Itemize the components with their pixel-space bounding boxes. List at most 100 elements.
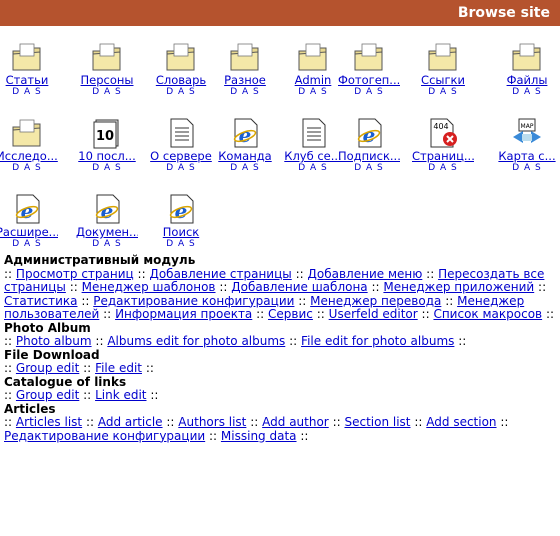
error-404-icon[interactable]: 404 bbox=[426, 116, 460, 150]
site-tile[interactable]: 404 Страниц... D A S bbox=[412, 116, 474, 174]
tile-label[interactable]: Фотогеп... bbox=[338, 74, 400, 87]
section-link[interactable]: Photo album bbox=[16, 334, 92, 348]
section-link[interactable]: Менеджер приложений bbox=[383, 280, 534, 294]
section-link[interactable]: Group edit bbox=[16, 388, 79, 402]
tile-das-links[interactable]: D A S bbox=[496, 87, 558, 98]
tile-das-links[interactable]: D A S bbox=[214, 87, 276, 98]
ie-document-icon[interactable]: e bbox=[228, 116, 262, 150]
tile-label[interactable]: Карта с... bbox=[496, 150, 558, 163]
section-link[interactable]: Менеджер шаблонов bbox=[82, 280, 216, 294]
tile-das-links[interactable]: D A S bbox=[412, 163, 474, 174]
site-tile[interactable]: Файлы D A S bbox=[496, 40, 558, 98]
tile-label[interactable]: Ссыгки bbox=[412, 74, 474, 87]
tile-das-links[interactable]: D A S bbox=[338, 163, 400, 174]
section-link[interactable]: Сервис bbox=[268, 307, 313, 321]
section-link[interactable]: Albums edit for photo albums bbox=[107, 334, 285, 348]
tile-das-links[interactable]: D A S bbox=[282, 87, 344, 98]
site-tile[interactable]: Admin D A S bbox=[282, 40, 344, 98]
tile-label[interactable]: О сервере bbox=[150, 150, 212, 163]
section-link[interactable]: Link edit bbox=[95, 388, 146, 402]
section-link[interactable]: Редактирование конфигурации bbox=[93, 294, 294, 308]
ie-document-icon[interactable]: e bbox=[164, 192, 198, 226]
ie-document-icon[interactable]: e bbox=[90, 192, 124, 226]
tile-das-links[interactable]: D A S bbox=[496, 163, 558, 174]
section-link[interactable]: Добавление страницы bbox=[149, 267, 291, 281]
tile-label[interactable]: Словарь bbox=[150, 74, 212, 87]
tile-das-links[interactable]: D A S bbox=[76, 239, 138, 250]
ie-document-icon[interactable]: e bbox=[352, 116, 386, 150]
section-link[interactable]: Добавление шаблона bbox=[231, 280, 367, 294]
tile-das-links[interactable]: D A S bbox=[214, 163, 276, 174]
tile-das-links[interactable]: D A S bbox=[338, 87, 400, 98]
tile-das-links[interactable]: D A S bbox=[150, 87, 212, 98]
section-link[interactable]: Информация проекта bbox=[115, 307, 252, 321]
document-icon[interactable] bbox=[164, 116, 198, 150]
tile-das-links[interactable]: D A S bbox=[76, 163, 138, 174]
calendar-icon[interactable]: 10 bbox=[90, 116, 124, 150]
section-link[interactable]: Articles list bbox=[16, 415, 82, 429]
section-link[interactable]: Section list bbox=[344, 415, 410, 429]
tile-label[interactable]: 10 посл... bbox=[76, 150, 138, 163]
section-link[interactable]: Group edit bbox=[16, 361, 79, 375]
tile-das-links[interactable]: D A S bbox=[0, 239, 58, 250]
section-link[interactable]: Missing data bbox=[221, 429, 297, 443]
tile-label[interactable]: Страниц... bbox=[412, 150, 474, 163]
site-tile[interactable]: Персоны D A S bbox=[76, 40, 138, 98]
section-link[interactable]: Add author bbox=[262, 415, 329, 429]
tile-das-links[interactable]: D A S bbox=[412, 87, 474, 98]
section-link[interactable]: Add section bbox=[426, 415, 496, 429]
tile-label[interactable]: Подписк... bbox=[338, 150, 400, 163]
tile-das-links[interactable]: D A S bbox=[150, 163, 212, 174]
site-tile[interactable]: e Подписк... D A S bbox=[338, 116, 400, 174]
site-tile[interactable]: e Расшире... D A S bbox=[0, 192, 58, 250]
tile-das-links[interactable]: D A S bbox=[282, 163, 344, 174]
site-tile[interactable]: Статьи D A S bbox=[0, 40, 58, 98]
tile-das-links[interactable]: D A S bbox=[0, 87, 58, 98]
folder-icon[interactable] bbox=[352, 40, 386, 74]
section-link[interactable]: Authors list bbox=[178, 415, 246, 429]
folder-icon[interactable] bbox=[164, 40, 198, 74]
tile-das-links[interactable]: D A S bbox=[76, 87, 138, 98]
folder-icon[interactable] bbox=[228, 40, 262, 74]
site-tile[interactable]: Клуб се... D A S bbox=[282, 116, 344, 174]
section-link[interactable]: Просмотр страниц bbox=[16, 267, 134, 281]
tile-label[interactable]: Расшире... bbox=[0, 226, 58, 239]
section-link[interactable]: Статистика bbox=[4, 294, 78, 308]
section-link[interactable]: File edit for photo albums bbox=[301, 334, 454, 348]
tile-label[interactable]: Исследо... bbox=[0, 150, 58, 163]
site-tile[interactable]: О сервере D A S bbox=[150, 116, 212, 174]
tile-label[interactable]: Персоны bbox=[76, 74, 138, 87]
section-link[interactable]: File edit bbox=[95, 361, 142, 375]
section-link[interactable]: Менеджер перевода bbox=[310, 294, 441, 308]
tile-label[interactable]: Admin bbox=[282, 74, 344, 87]
tile-label[interactable]: Статьи bbox=[0, 74, 58, 87]
sitemap-icon[interactable]: MAP bbox=[510, 116, 544, 150]
site-tile[interactable]: e Поиск D A S bbox=[150, 192, 212, 250]
site-tile[interactable]: e Команда D A S bbox=[214, 116, 276, 174]
folder-icon[interactable] bbox=[10, 40, 44, 74]
ie-document-icon[interactable]: e bbox=[10, 192, 44, 226]
site-tile[interactable]: 10 10 посл... D A S bbox=[76, 116, 138, 174]
site-tile[interactable]: MAP Карта с... D A S bbox=[496, 116, 558, 174]
site-tile[interactable]: Исследо... D A S bbox=[0, 116, 58, 174]
section-link[interactable]: Редактирование конфигурации bbox=[4, 429, 205, 443]
tile-label[interactable]: Поиск bbox=[150, 226, 212, 239]
tile-label[interactable]: Клуб се... bbox=[282, 150, 344, 163]
site-tile[interactable]: e Докумен... D A S bbox=[76, 192, 138, 250]
folder-icon[interactable] bbox=[90, 40, 124, 74]
site-tile[interactable]: Ссыгки D A S bbox=[412, 40, 474, 98]
tile-das-links[interactable]: D A S bbox=[150, 239, 212, 250]
folder-icon[interactable] bbox=[296, 40, 330, 74]
site-tile[interactable]: Словарь D A S bbox=[150, 40, 212, 98]
section-link[interactable]: Add article bbox=[98, 415, 163, 429]
tile-das-links[interactable]: D A S bbox=[0, 163, 58, 174]
section-link[interactable]: Список макросов bbox=[433, 307, 542, 321]
document-icon[interactable] bbox=[296, 116, 330, 150]
section-link[interactable]: Userfeld editor bbox=[329, 307, 418, 321]
tile-label[interactable]: Файлы bbox=[496, 74, 558, 87]
tile-label[interactable]: Команда bbox=[214, 150, 276, 163]
folder-icon[interactable] bbox=[426, 40, 460, 74]
tile-label[interactable]: Докумен... bbox=[76, 226, 138, 239]
folder-icon[interactable] bbox=[510, 40, 544, 74]
section-link[interactable]: Добавление меню bbox=[308, 267, 423, 281]
